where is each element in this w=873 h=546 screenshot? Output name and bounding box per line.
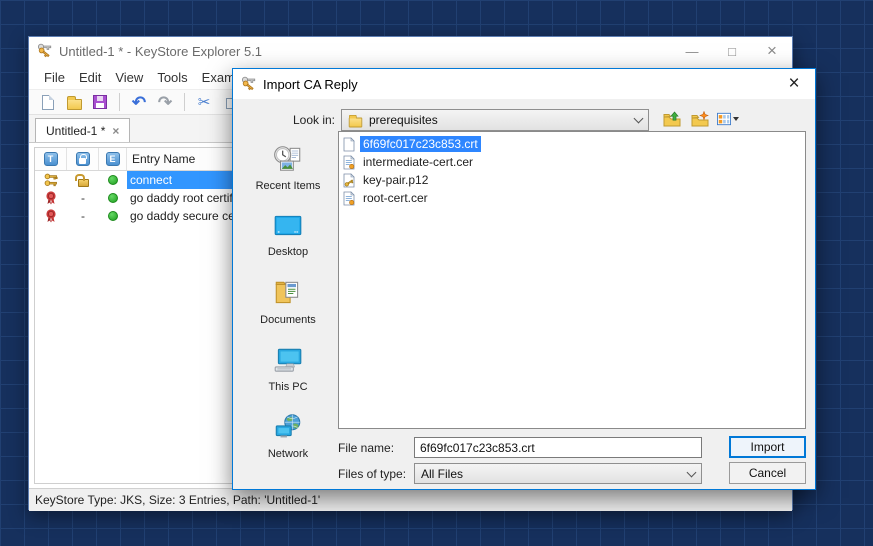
redo-icon[interactable]: ↷	[154, 91, 176, 113]
no-lock-dash: -	[67, 207, 99, 225]
import-button[interactable]: Import	[729, 436, 806, 458]
folder-icon	[349, 117, 363, 127]
tab-untitled-1[interactable]: Untitled-1 * ×	[35, 118, 130, 142]
expiry-column-icon: E	[106, 152, 120, 166]
file-name: key-pair.p12	[360, 172, 431, 188]
plain-file-icon	[343, 137, 355, 152]
type-column-icon: T	[44, 152, 58, 166]
look-in-combobox[interactable]: prerequisites	[341, 109, 649, 131]
status-bar: KeyStore Type: JKS, Size: 3 Entries, Pat…	[29, 488, 792, 511]
save-icon[interactable]	[89, 91, 111, 113]
look-in-label: Look in:	[253, 113, 335, 127]
place-recent-items[interactable]: Recent Items	[243, 135, 333, 202]
certificate-icon	[35, 189, 67, 207]
open-keystore-icon[interactable]	[63, 91, 85, 113]
maximize-icon[interactable]: □	[712, 37, 752, 65]
dialog-close-icon[interactable]: ×	[773, 69, 815, 99]
menu-view[interactable]: View	[108, 67, 150, 88]
column-header-expiry[interactable]: E	[99, 148, 127, 170]
look-in-value: prerequisites	[369, 113, 629, 127]
documents-icon	[272, 279, 304, 310]
file-list: 6f69fc017c23c853.crt intermediate-cert.c…	[338, 131, 806, 429]
close-icon[interactable]: ×	[752, 37, 792, 65]
file-name: intermediate-cert.cer	[360, 154, 476, 170]
minimize-icon[interactable]: —	[672, 37, 712, 65]
file-item-intermediate-cert[interactable]: intermediate-cert.cer	[343, 153, 801, 171]
place-this-pc[interactable]: This PC	[243, 336, 333, 403]
file-item-root-cert[interactable]: root-cert.cer	[343, 189, 801, 207]
main-titlebar: Untitled-1 * - KeyStore Explorer 5.1 — □…	[29, 37, 792, 65]
cancel-button[interactable]: Cancel	[729, 462, 806, 484]
dialog-title: Import CA Reply	[263, 77, 358, 92]
place-network[interactable]: Network	[243, 403, 333, 470]
menu-edit[interactable]: Edit	[72, 67, 108, 88]
chevron-down-icon	[687, 467, 697, 477]
file-item-key-pair[interactable]: key-pair.p12	[343, 171, 801, 189]
menu-tools[interactable]: Tools	[150, 67, 194, 88]
dialog-toolbar	[661, 109, 739, 129]
app-keys-icon	[37, 42, 53, 61]
window-title: Untitled-1 * - KeyStore Explorer 5.1	[59, 44, 262, 59]
file-item-crt[interactable]: 6f69fc017c23c853.crt	[343, 135, 801, 153]
place-label: This PC	[268, 381, 307, 393]
toolbar-separator	[184, 93, 185, 111]
place-label: Documents	[260, 314, 316, 326]
network-icon	[272, 413, 304, 444]
certificate-icon	[35, 207, 67, 225]
files-of-type-label: Files of type:	[338, 467, 406, 481]
column-header-lock[interactable]	[67, 148, 99, 170]
status-green-icon	[99, 171, 127, 189]
view-menu-icon[interactable]	[717, 109, 739, 129]
toolbar-separator	[119, 93, 120, 111]
dialog-titlebar: Import CA Reply ×	[233, 69, 815, 99]
caret-down-icon	[733, 117, 739, 121]
file-name-input[interactable]	[414, 437, 702, 458]
undo-icon[interactable]: ↶	[128, 91, 150, 113]
place-desktop[interactable]: Desktop	[243, 202, 333, 269]
place-label: Recent Items	[256, 180, 321, 192]
tab-close-icon[interactable]: ×	[112, 124, 119, 138]
dialog-keys-icon	[241, 75, 257, 94]
files-of-type-value: All Files	[421, 467, 682, 481]
import-ca-reply-dialog: Import CA Reply × Look in: prerequisites	[232, 68, 816, 490]
place-label: Network	[268, 448, 308, 460]
create-new-folder-icon[interactable]	[689, 109, 711, 129]
file-name: root-cert.cer	[360, 190, 431, 206]
key-pair-icon	[35, 171, 67, 189]
column-header-type[interactable]: T	[35, 148, 67, 170]
up-one-level-icon[interactable]	[661, 109, 683, 129]
file-name-label: File name:	[338, 441, 394, 455]
file-name: 6f69fc017c23c853.crt	[360, 136, 481, 152]
desktop-icon	[272, 213, 304, 242]
status-green-icon	[99, 189, 127, 207]
certificate-file-icon	[343, 155, 355, 170]
recent-items-icon	[272, 145, 304, 176]
no-lock-dash: -	[67, 189, 99, 207]
place-documents[interactable]: Documents	[243, 269, 333, 336]
this-pc-icon	[272, 346, 304, 377]
files-of-type-dropdown[interactable]: All Files	[414, 463, 702, 484]
new-file-icon[interactable]	[37, 91, 59, 113]
chevron-down-icon	[634, 114, 644, 124]
cut-icon[interactable]: ✂	[193, 91, 215, 113]
lock-column-icon	[76, 152, 90, 166]
menu-file[interactable]: File	[37, 67, 72, 88]
unlocked-icon	[67, 171, 99, 189]
status-green-icon	[99, 207, 127, 225]
certificate-file-icon	[343, 191, 355, 206]
key-file-icon	[343, 173, 355, 188]
place-label: Desktop	[268, 246, 308, 258]
tab-label: Untitled-1 *	[46, 124, 105, 138]
places-sidebar: Recent Items Desktop	[243, 135, 333, 470]
